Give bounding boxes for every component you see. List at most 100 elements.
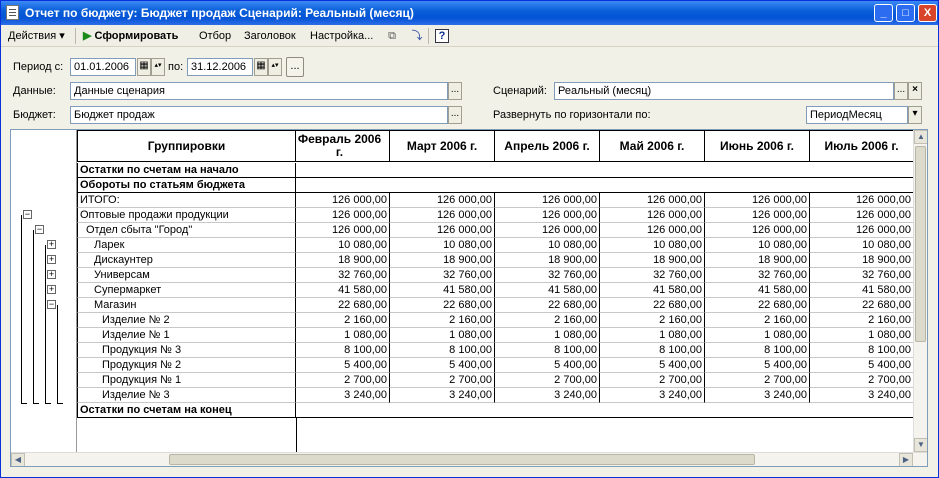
- value-cell[interactable]: 2 160,00: [296, 313, 390, 328]
- value-cell[interactable]: 126 000,00: [390, 223, 495, 238]
- value-cell[interactable]: 3 240,00: [296, 388, 390, 403]
- value-cell[interactable]: 10 080,00: [600, 238, 705, 253]
- calendar-icon[interactable]: ▦: [254, 58, 268, 76]
- value-cell[interactable]: 126 000,00: [810, 223, 914, 238]
- value-cell[interactable]: 32 760,00: [296, 268, 390, 283]
- value-cell[interactable]: 1 080,00: [705, 328, 810, 343]
- value-cell[interactable]: 126 000,00: [705, 208, 810, 223]
- value-cell[interactable]: 126 000,00: [390, 208, 495, 223]
- value-cell[interactable]: 8 100,00: [495, 343, 600, 358]
- value-cell[interactable]: 126 000,00: [495, 208, 600, 223]
- value-cell[interactable]: 5 400,00: [495, 358, 600, 373]
- spin-icon[interactable]: ▴▾: [151, 58, 165, 76]
- value-cell[interactable]: 2 700,00: [495, 373, 600, 388]
- value-cell[interactable]: 18 900,00: [495, 253, 600, 268]
- close-button[interactable]: X: [918, 4, 937, 22]
- value-cell[interactable]: 2 700,00: [390, 373, 495, 388]
- value-cell[interactable]: 22 680,00: [600, 298, 705, 313]
- scroll-left-icon[interactable]: ◀: [11, 453, 25, 466]
- data-select-button[interactable]: ...: [448, 82, 462, 100]
- expand-icon[interactable]: ⤵: [409, 28, 425, 44]
- scroll-down-icon[interactable]: ▼: [914, 438, 927, 452]
- value-cell[interactable]: 2 700,00: [296, 373, 390, 388]
- value-cell[interactable]: 18 900,00: [705, 253, 810, 268]
- value-cell[interactable]: 126 000,00: [296, 193, 390, 208]
- period-select-button[interactable]: ...: [286, 57, 304, 77]
- settings-button[interactable]: Настройка...: [310, 28, 373, 44]
- scroll-right-icon[interactable]: ▶: [899, 453, 913, 466]
- value-cell[interactable]: 10 080,00: [296, 238, 390, 253]
- chevron-down-icon[interactable]: ▾: [908, 106, 922, 124]
- horizontal-scroll-thumb[interactable]: [169, 454, 755, 465]
- value-cell[interactable]: 126 000,00: [600, 223, 705, 238]
- value-cell[interactable]: 126 000,00: [600, 193, 705, 208]
- value-cell[interactable]: 3 240,00: [600, 388, 705, 403]
- value-cell[interactable]: 126 000,00: [705, 193, 810, 208]
- expand-node-icon[interactable]: +: [47, 255, 56, 264]
- value-cell[interactable]: 2 160,00: [390, 313, 495, 328]
- expand-node-icon[interactable]: +: [47, 270, 56, 279]
- value-cell[interactable]: 10 080,00: [810, 238, 914, 253]
- value-cell[interactable]: 32 760,00: [390, 268, 495, 283]
- data-input[interactable]: Данные сценария: [70, 82, 448, 100]
- collapse-node-icon[interactable]: −: [47, 300, 56, 309]
- value-cell[interactable]: 32 760,00: [810, 268, 914, 283]
- maximize-button[interactable]: □: [896, 4, 915, 22]
- help-button[interactable]: ?: [435, 29, 449, 43]
- budget-select-button[interactable]: ...: [448, 106, 462, 124]
- value-cell[interactable]: 41 580,00: [390, 283, 495, 298]
- calendar-icon[interactable]: ▦: [137, 58, 151, 76]
- value-cell[interactable]: 5 400,00: [296, 358, 390, 373]
- expand-node-icon[interactable]: +: [47, 285, 56, 294]
- value-cell[interactable]: 8 100,00: [296, 343, 390, 358]
- value-cell[interactable]: 1 080,00: [296, 328, 390, 343]
- actions-menu[interactable]: Действия ▾: [8, 28, 65, 44]
- copy-icon[interactable]: ⧉: [384, 28, 400, 44]
- scenario-select-button[interactable]: ...: [894, 82, 908, 100]
- value-cell[interactable]: 41 580,00: [495, 283, 600, 298]
- value-cell[interactable]: 22 680,00: [296, 298, 390, 313]
- value-cell[interactable]: 18 900,00: [810, 253, 914, 268]
- value-cell[interactable]: 126 000,00: [600, 208, 705, 223]
- selection-button[interactable]: Отбор: [199, 28, 231, 44]
- header-button[interactable]: Заголовок: [244, 28, 296, 44]
- value-cell[interactable]: 41 580,00: [810, 283, 914, 298]
- generate-button[interactable]: ▶ Сформировать: [83, 28, 178, 44]
- value-cell[interactable]: 126 000,00: [810, 208, 914, 223]
- value-cell[interactable]: 41 580,00: [296, 283, 390, 298]
- value-cell[interactable]: 3 240,00: [705, 388, 810, 403]
- minimize-button[interactable]: _: [874, 4, 893, 22]
- value-cell[interactable]: 126 000,00: [390, 193, 495, 208]
- budget-input[interactable]: Бюджет продаж: [70, 106, 448, 124]
- value-cell[interactable]: 10 080,00: [390, 238, 495, 253]
- value-cell[interactable]: 1 080,00: [600, 328, 705, 343]
- value-cell[interactable]: 126 000,00: [296, 223, 390, 238]
- value-cell[interactable]: 3 240,00: [810, 388, 914, 403]
- value-cell[interactable]: 2 160,00: [705, 313, 810, 328]
- value-cell[interactable]: 126 000,00: [495, 193, 600, 208]
- value-cell[interactable]: 32 760,00: [705, 268, 810, 283]
- scroll-up-icon[interactable]: ▲: [914, 130, 927, 144]
- vertical-scroll-thumb[interactable]: [915, 146, 926, 342]
- value-cell[interactable]: 32 760,00: [495, 268, 600, 283]
- value-cell[interactable]: 126 000,00: [705, 223, 810, 238]
- value-cell[interactable]: 22 680,00: [810, 298, 914, 313]
- value-cell[interactable]: 18 900,00: [390, 253, 495, 268]
- value-cell[interactable]: 22 680,00: [705, 298, 810, 313]
- value-cell[interactable]: 32 760,00: [600, 268, 705, 283]
- value-cell[interactable]: 22 680,00: [495, 298, 600, 313]
- value-cell[interactable]: 126 000,00: [810, 193, 914, 208]
- value-cell[interactable]: 10 080,00: [705, 238, 810, 253]
- horizontal-scrollbar[interactable]: ◀ ▶: [11, 452, 927, 466]
- value-cell[interactable]: 2 160,00: [810, 313, 914, 328]
- period-to-input[interactable]: 31.12.2006: [187, 58, 253, 76]
- value-cell[interactable]: 2 700,00: [810, 373, 914, 388]
- value-cell[interactable]: 1 080,00: [495, 328, 600, 343]
- value-cell[interactable]: 41 580,00: [705, 283, 810, 298]
- value-cell[interactable]: 2 160,00: [600, 313, 705, 328]
- value-cell[interactable]: 2 700,00: [600, 373, 705, 388]
- value-cell[interactable]: 2 160,00: [495, 313, 600, 328]
- value-cell[interactable]: 1 080,00: [390, 328, 495, 343]
- collapse-node-icon[interactable]: −: [23, 210, 32, 219]
- value-cell[interactable]: 8 100,00: [810, 343, 914, 358]
